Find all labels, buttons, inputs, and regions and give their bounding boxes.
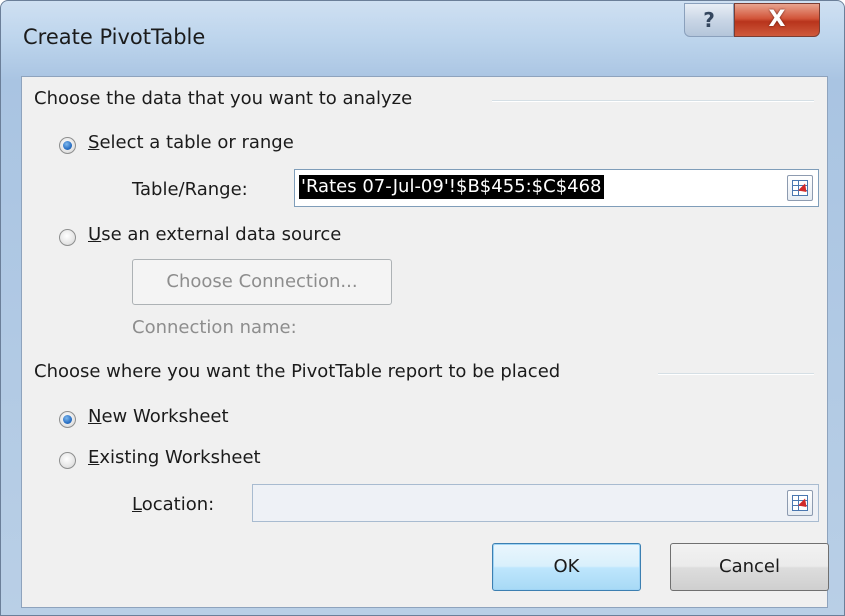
location-label: Location: — [132, 494, 215, 515]
radio-new-worksheet-label[interactable]: New Worksheet — [88, 406, 229, 427]
radio-select-table-range[interactable] — [59, 137, 76, 154]
table-range-input[interactable]: 'Rates 07-Jul-09'!$B$455:$C$468 — [294, 169, 819, 207]
radio-external-data-source[interactable] — [59, 229, 76, 246]
ok-button[interactable]: OK — [492, 543, 641, 591]
location-input[interactable] — [252, 484, 819, 522]
dialog-body: Choose the data that you want to analyze… — [21, 76, 829, 608]
radio-existing-worksheet[interactable] — [59, 452, 76, 469]
analyze-section-divider — [492, 100, 814, 102]
help-button[interactable]: ? — [684, 3, 734, 37]
radio-new-worksheet[interactable] — [59, 411, 76, 428]
radio-select-table-range-label[interactable]: Select a table or range — [88, 132, 294, 153]
placement-section-divider — [658, 373, 814, 375]
close-button[interactable]: X — [734, 3, 820, 37]
radio-external-data-source-label[interactable]: Use an external data source — [88, 224, 341, 245]
cancel-button[interactable]: Cancel — [670, 543, 829, 591]
title-bar[interactable]: Create PivotTable ? X — [1, 1, 844, 73]
help-icon: ? — [703, 8, 715, 32]
table-range-picker-button[interactable] — [787, 175, 813, 201]
analyze-section-heading: Choose the data that you want to analyze — [34, 88, 413, 109]
location-picker-button[interactable] — [787, 490, 813, 516]
table-range-label: Table/Range: — [132, 179, 248, 200]
radio-existing-worksheet-label[interactable]: Existing Worksheet — [88, 447, 261, 468]
placement-section-heading: Choose where you want the PivotTable rep… — [34, 361, 561, 382]
connection-name-label: Connection name: — [132, 317, 297, 338]
table-range-value: 'Rates 07-Jul-09'!$B$455:$C$468 — [299, 175, 604, 199]
close-icon: X — [768, 7, 786, 32]
create-pivottable-dialog: Create PivotTable ? X Choose the data th… — [0, 0, 845, 616]
choose-connection-button[interactable]: Choose Connection... — [132, 259, 392, 305]
dialog-title: Create PivotTable — [23, 25, 206, 49]
